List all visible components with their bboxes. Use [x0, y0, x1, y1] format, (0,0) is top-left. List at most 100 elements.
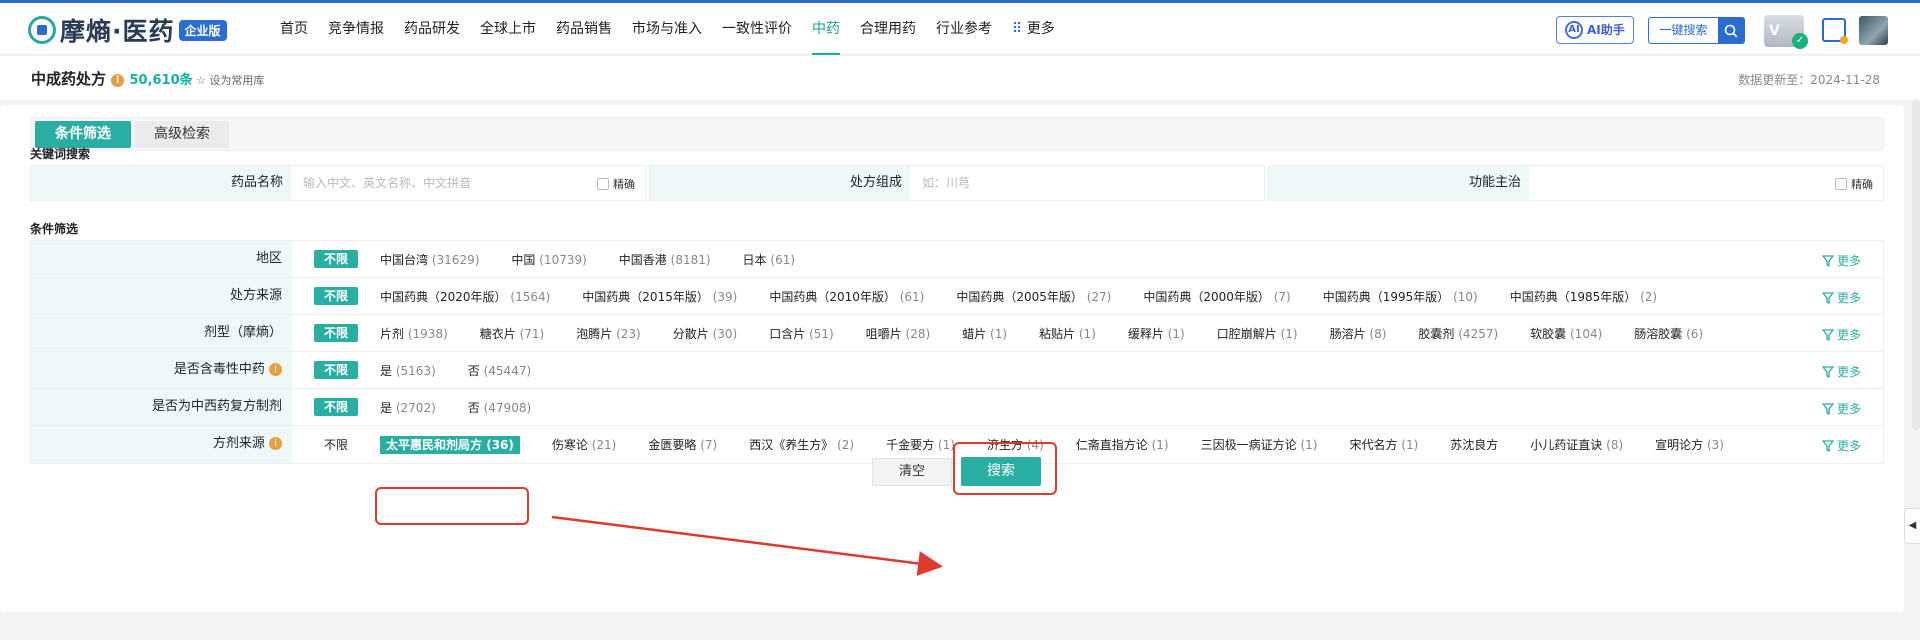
vip-badge-icon[interactable]: V ✓	[1764, 15, 1808, 49]
filter-option[interactable]: 口含片 (51)	[769, 325, 833, 342]
nav-item[interactable]: ⠿ 更多	[1002, 3, 1065, 55]
filter-option[interactable]: 是 (2702)	[380, 399, 436, 416]
option-count: (3)	[1706, 438, 1724, 452]
avatar[interactable]	[1859, 16, 1888, 45]
filter-option[interactable]: 分散片 (30)	[673, 325, 737, 342]
clear-button[interactable]: 清空	[872, 458, 952, 486]
filter-option[interactable]: 小儿药证直诀 (8)	[1530, 436, 1623, 453]
nav-item[interactable]: 药品销售	[546, 3, 622, 55]
filter-option[interactable]: 金匮要略 (7)	[648, 436, 717, 453]
filter-option[interactable]: 中国药典（2010年版） (61)	[769, 288, 924, 305]
filter-option[interactable]: 宣明论方 (3)	[1655, 436, 1724, 453]
filter-option[interactable]: 中国药典（1995年版） (10)	[1323, 288, 1478, 305]
option-unlimited[interactable]: 不限	[314, 324, 359, 342]
ai-assistant-button[interactable]: AI AI助手	[1556, 16, 1634, 44]
filter-option[interactable]: 缓释片 (1)	[1128, 325, 1185, 342]
filter-option[interactable]: 中国 (10739)	[511, 251, 586, 268]
checkbox-icon[interactable]	[1835, 178, 1847, 190]
checkbox-icon[interactable]	[597, 178, 609, 190]
scrollbar[interactable]	[1912, 100, 1920, 430]
option-unlimited[interactable]: 不限	[314, 361, 359, 379]
nav-item[interactable]: 合理用药	[850, 3, 926, 55]
filter-option[interactable]: 苏沈良方	[1450, 436, 1498, 453]
filter-option[interactable]: 蜡片 (1)	[962, 325, 1007, 342]
filter-option[interactable]: 糖衣片 (71)	[480, 325, 544, 342]
keyword-field: 药品名称 精确	[30, 165, 646, 201]
nav-item[interactable]: 首页	[270, 3, 318, 55]
exact-match-checkbox[interactable]: 精确	[597, 176, 635, 192]
option-count: (7)	[1273, 289, 1291, 304]
filter-option[interactable]: 口腔崩解片 (1)	[1217, 325, 1298, 342]
filter-option[interactable]: 是 (5163)	[380, 362, 436, 379]
filter-option[interactable]: 中国台湾 (31629)	[380, 251, 479, 268]
filter-option[interactable]: 千金要方 (1)	[886, 436, 955, 453]
filter-option[interactable]: 胶囊剂 (4257)	[1418, 325, 1498, 342]
collapse-side-panel-icon[interactable]: ◀	[1904, 508, 1920, 544]
favorite-button[interactable]: ☆ 设为常用库	[196, 72, 264, 88]
nav-item[interactable]: 行业参考	[926, 3, 1002, 55]
filter-option[interactable]: 西汉《养生方》 (2)	[749, 436, 854, 453]
filter-option[interactable]: 泡腾片 (23)	[576, 325, 640, 342]
option-unlimited[interactable]: 不限	[314, 287, 359, 305]
keyword-input[interactable]	[1529, 166, 1883, 200]
filter-option[interactable]: 粘贴片 (1)	[1039, 325, 1096, 342]
keyword-field-label: 药品名称	[31, 166, 291, 200]
filter-option[interactable]: 肠溶片 (8)	[1330, 325, 1387, 342]
filter-label-text: 剂型（摩熵）	[203, 325, 282, 340]
filter-option[interactable]: 仁斋直指方论 (1)	[1076, 436, 1169, 453]
nav-item[interactable]: 市场与准入	[622, 3, 712, 55]
filter-option[interactable]: 中国香港 (8181)	[619, 251, 711, 268]
nav-item[interactable]: 竞争情报	[318, 3, 394, 55]
more-button[interactable]: 更多	[1821, 252, 1861, 269]
option-unlimited[interactable]: 不限	[314, 398, 359, 416]
nav-item[interactable]: 一致性评价	[712, 3, 802, 55]
ai-icon: AI	[1565, 21, 1583, 39]
filter-option[interactable]: 咀嚼片 (28)	[866, 325, 930, 342]
filter-option[interactable]: 软胶囊 (104)	[1530, 325, 1602, 342]
option-unlimited[interactable]: 不限	[314, 436, 358, 454]
more-button[interactable]: 更多	[1821, 400, 1861, 417]
filter-option[interactable]: 日本 (61)	[743, 251, 795, 268]
filter-option[interactable]: 中国药典（1985年版） (2)	[1510, 288, 1657, 305]
filter-option[interactable]: 否 (47908)	[468, 399, 531, 416]
tab-condition-filter[interactable]: 条件筛选	[35, 121, 131, 148]
option-unlimited[interactable]: 不限	[314, 250, 359, 268]
filter-option[interactable]: 肠溶胶囊 (6)	[1634, 325, 1703, 342]
tab-advanced-search[interactable]: 高级检索	[135, 121, 229, 148]
filter-option[interactable]: 中国药典（2015年版） (39)	[582, 288, 737, 305]
nav-item[interactable]: 全球上市	[470, 3, 546, 55]
option-count: (5163)	[395, 363, 436, 378]
filter-option[interactable]: 片剂 (1938)	[380, 325, 448, 342]
filter-icon	[1821, 328, 1834, 341]
filter-option[interactable]: 三因极一病证方论 (1)	[1201, 436, 1318, 453]
info-icon[interactable]: i	[269, 437, 282, 450]
option-label: 分散片	[672, 326, 709, 341]
keyword-input[interactable]	[291, 166, 645, 200]
notebook-icon[interactable]	[1822, 18, 1848, 44]
filter-option[interactable]: 宋代名方 (1)	[1349, 436, 1418, 453]
filter-option[interactable]: 中国药典（2000年版） (7)	[1143, 288, 1290, 305]
exact-match-checkbox[interactable]: 精确	[1835, 176, 1873, 192]
more-button[interactable]: 更多	[1821, 363, 1861, 380]
quick-search-button[interactable]: 一键搜索	[1648, 17, 1745, 44]
logo[interactable]: 摩熵·医药 企业版	[28, 12, 227, 48]
filter-row: 地区 不限 中国台湾 (31629) 中国 (10739) 中国香港 (8181) 日本 …	[31, 241, 1883, 278]
info-icon[interactable]: i	[269, 363, 282, 376]
info-icon[interactable]: i	[111, 74, 125, 87]
filter-option[interactable]: 中国药典（2020年版） (1564)	[380, 288, 550, 305]
filter-option[interactable]: 伤寒论 (21)	[552, 436, 616, 453]
nav-item[interactable]: 药品研发	[394, 3, 470, 55]
filter-option[interactable]: 否 (45447)	[468, 362, 531, 379]
more-button[interactable]: 更多	[1821, 289, 1861, 306]
nav-item[interactable]: 中药	[802, 3, 850, 55]
keyword-input[interactable]	[910, 166, 1264, 200]
filter-label-text: 处方来源	[229, 288, 282, 303]
search-icon[interactable]	[1718, 18, 1744, 43]
option-label: 片剂	[380, 326, 405, 341]
filter-option[interactable]: 太平惠民和剂局方 (36)	[380, 435, 520, 454]
filter-option[interactable]: 中国药典（2005年版） (27)	[956, 288, 1111, 305]
exact-match-label: 精确	[613, 178, 635, 191]
more-button[interactable]: 更多	[1821, 437, 1861, 454]
more-button[interactable]: 更多	[1821, 326, 1861, 343]
keyword-field: 功能主治 精确	[1268, 165, 1884, 201]
